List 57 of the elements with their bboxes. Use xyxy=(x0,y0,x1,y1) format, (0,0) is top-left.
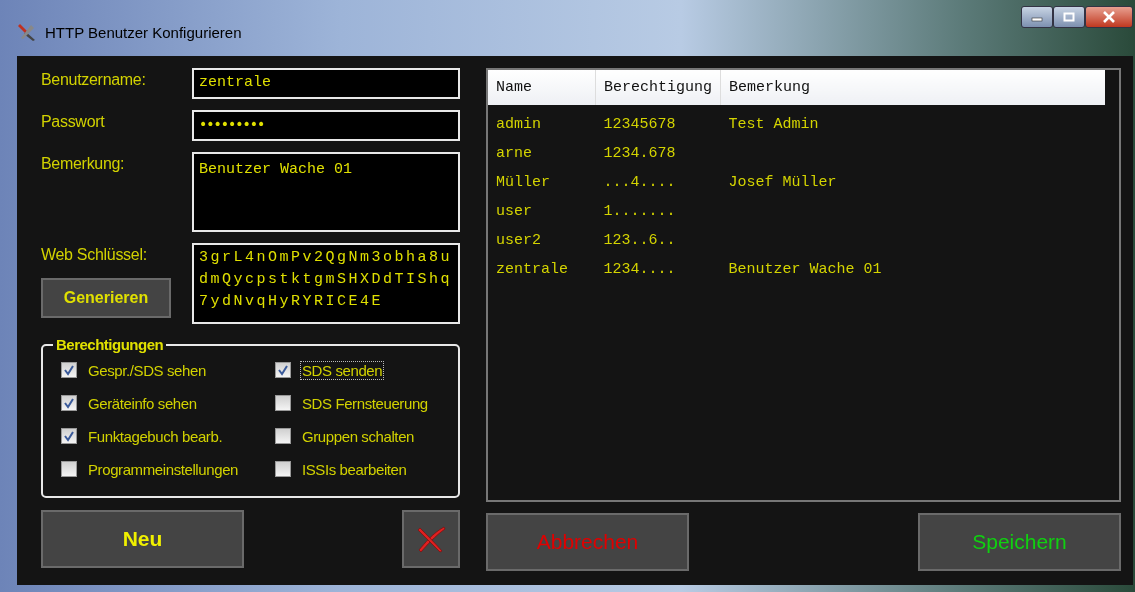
new-button[interactable]: Neu xyxy=(41,510,244,568)
group-title: Berechtigungen xyxy=(53,336,167,353)
table-cell: user2 xyxy=(496,232,541,249)
remark-field[interactable]: Benutzer Wache 01 xyxy=(192,152,460,232)
checkbox[interactable] xyxy=(61,428,77,444)
save-button[interactable]: Speichern xyxy=(918,513,1121,571)
table-cell: Müller xyxy=(496,174,550,191)
field-label: Web Schlüssel: xyxy=(41,246,147,264)
check-icon xyxy=(63,430,75,442)
table-cell: 1....... xyxy=(603,203,676,220)
username-field[interactable]: zentrale xyxy=(192,68,460,99)
table-cell: 12345678 xyxy=(603,116,676,133)
table-cell: arne xyxy=(496,145,532,162)
table-cell: 1234.678 xyxy=(603,145,676,162)
table-cell: ...4.... xyxy=(603,174,676,191)
window-title: HTTP Benutzer Konfigurieren xyxy=(45,23,242,41)
checkbox[interactable] xyxy=(275,362,291,378)
key-field[interactable]: 3grL4nOmPv2QgNm3obha8udmQycpstktgmSHXDdTIShq7ydNvqHyRYRICE4E xyxy=(192,243,460,324)
checkbox-label[interactable]: SDS Fernsteuerung xyxy=(300,393,430,413)
table-cell: Test Admin xyxy=(728,116,819,133)
checkbox[interactable] xyxy=(61,461,77,477)
table-cell: zentrale xyxy=(496,261,568,278)
maximize-button[interactable] xyxy=(1053,6,1085,28)
field-label: Bemerkung: xyxy=(41,155,125,173)
table-cell: 1234.... xyxy=(603,261,676,278)
checkbox[interactable] xyxy=(275,461,291,477)
tools-icon xyxy=(17,22,37,42)
column-header[interactable]: Name xyxy=(488,70,596,105)
table-cell: Benutzer Wache 01 xyxy=(728,261,882,278)
checkbox[interactable] xyxy=(61,395,77,411)
column-header[interactable]: Bemerkung xyxy=(720,70,1106,105)
check-icon xyxy=(63,364,75,376)
checkbox-label[interactable]: Gruppen schalten xyxy=(300,426,416,446)
generate-button[interactable]: Generieren xyxy=(41,278,171,318)
checkbox-label[interactable]: Programmeinstellungen xyxy=(86,459,241,479)
column-header[interactable]: Berechtigung xyxy=(595,70,721,105)
checkbox[interactable] xyxy=(275,395,291,411)
table-cell: 123..6.. xyxy=(603,232,676,249)
checkbox-label[interactable]: Gespr./SDS sehen xyxy=(86,360,208,380)
minimize-button[interactable] xyxy=(1021,6,1053,28)
close-button[interactable] xyxy=(1085,6,1133,28)
checkbox-label[interactable]: ISSIs bearbeiten xyxy=(300,459,409,479)
check-icon xyxy=(63,397,75,409)
checkbox[interactable] xyxy=(61,362,77,378)
check-icon xyxy=(277,364,289,376)
checkbox-label[interactable]: Geräteinfo sehen xyxy=(86,393,199,413)
checkbox-label[interactable]: Funktagebuch bearb. xyxy=(86,426,225,446)
checkbox-label[interactable]: SDS senden xyxy=(300,360,385,380)
field-label: Benutzername: xyxy=(41,71,146,89)
password-field[interactable]: ••••••••• xyxy=(192,110,460,141)
maximize-icon xyxy=(1063,12,1075,22)
table-cell: admin xyxy=(496,116,541,133)
field-label: Passwort xyxy=(41,113,105,131)
close-icon xyxy=(1102,11,1116,23)
checkbox[interactable] xyxy=(275,428,291,444)
table-cell: user xyxy=(496,203,532,220)
table-cell: Josef Müller xyxy=(728,174,837,191)
